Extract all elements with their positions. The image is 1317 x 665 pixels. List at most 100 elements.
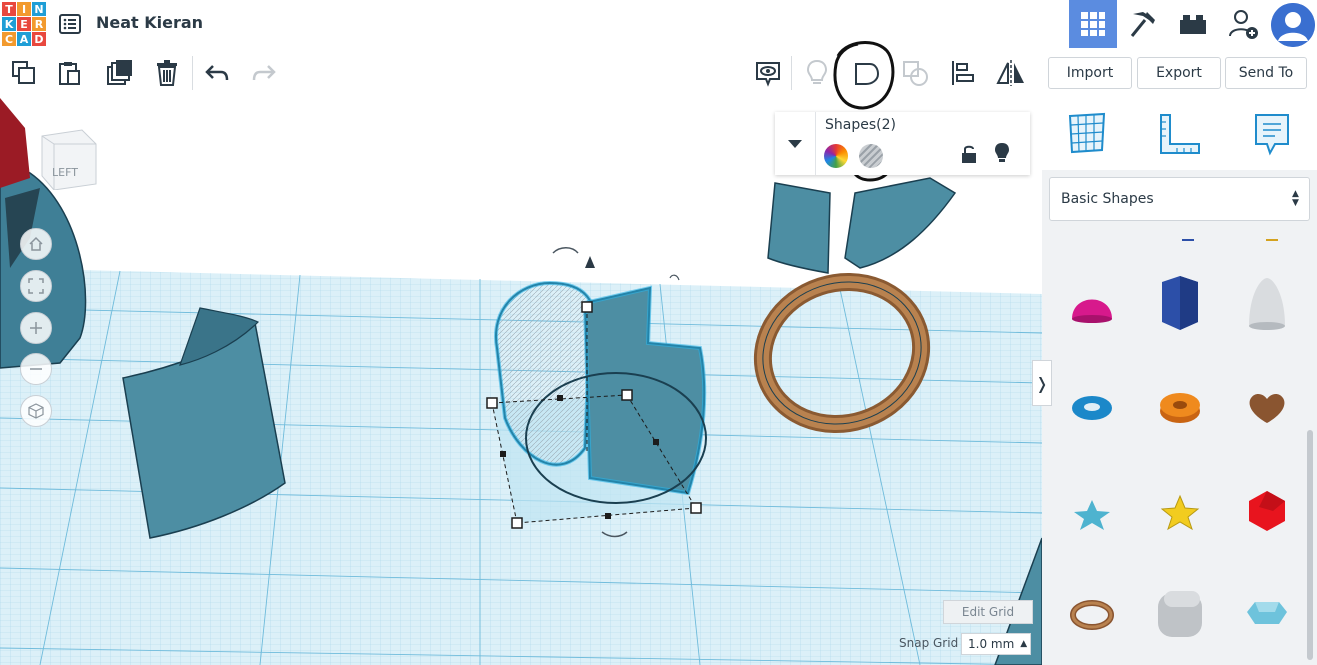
duplicate-button[interactable] — [103, 56, 137, 90]
red-object-edge — [0, 98, 30, 188]
shape-gem[interactable] — [1237, 583, 1297, 643]
workplane-grid-icon — [1068, 112, 1106, 154]
mirror-button[interactable] — [994, 56, 1028, 90]
logo-letter: I — [17, 2, 31, 16]
align-button[interactable] — [946, 56, 980, 90]
plus-icon — [30, 322, 42, 334]
logo-letter: E — [17, 17, 31, 31]
shape-icosahedron[interactable] — [1237, 481, 1297, 541]
paste-button[interactable] — [53, 56, 87, 90]
toolbar-divider — [192, 56, 193, 90]
curved-wall-shape[interactable] — [767, 182, 831, 274]
shape-ring[interactable] — [1062, 585, 1122, 645]
copy-button[interactable] — [7, 56, 41, 90]
view-cube[interactable]: LEFT — [34, 126, 98, 191]
shape-polygon[interactable] — [1150, 273, 1210, 333]
mirror-icon — [996, 60, 1024, 86]
snap-grid-value: 1.0 mm — [968, 637, 1015, 651]
shapes-inspector: Shapes(2) — [775, 112, 1030, 175]
redo-button[interactable] — [247, 56, 281, 90]
tinkercad-logo[interactable]: T I N K E R C A D — [0, 0, 46, 46]
pickaxe-icon — [1130, 12, 1155, 37]
logo-letter: D — [32, 32, 46, 46]
minus-icon — [30, 368, 42, 370]
zoom-out-button[interactable] — [20, 353, 52, 385]
user-avatar[interactable] — [1271, 3, 1315, 47]
shape-tube[interactable] — [1150, 378, 1210, 438]
fit-icon — [28, 278, 44, 294]
lego-brick-icon — [1180, 15, 1206, 34]
solid-color-swatch[interactable] — [824, 144, 848, 168]
logo-letter: N — [32, 2, 46, 16]
home-icon — [29, 236, 43, 251]
shape-star[interactable] — [1062, 485, 1122, 545]
logo-letter: C — [2, 32, 16, 46]
grid-icon — [1081, 12, 1105, 36]
add-user-icon — [1229, 10, 1258, 39]
paste-icon — [59, 62, 80, 85]
shape-star-yellow[interactable] — [1150, 483, 1210, 543]
fit-view-button[interactable] — [20, 270, 52, 302]
height-cone-handle[interactable] — [585, 256, 595, 268]
notes-button[interactable] — [751, 56, 785, 90]
view-cube-face-label: LEFT — [52, 166, 78, 179]
annotation-circle-group — [833, 41, 895, 110]
zoom-in-button[interactable] — [20, 312, 52, 344]
logo-letter: A — [17, 32, 31, 46]
trash-icon — [157, 60, 177, 86]
inspector-collapse-button[interactable] — [775, 112, 816, 175]
copy-icon — [12, 61, 35, 84]
shape-library-value: Basic Shapes — [1061, 191, 1154, 207]
edit-grid-button[interactable]: Edit Grid — [943, 600, 1033, 624]
3d-design-view-button[interactable] — [1069, 0, 1117, 48]
export-button[interactable]: Export — [1137, 57, 1221, 89]
logo-letter: T — [2, 2, 16, 16]
rotate-arrow-side[interactable] — [669, 274, 680, 281]
shape-rounded-box[interactable] — [1150, 584, 1210, 644]
panel-collapse-toggle[interactable]: ❭ — [1032, 360, 1052, 406]
align-left-icon — [952, 61, 974, 85]
import-button[interactable]: Import — [1048, 57, 1132, 89]
caret-down-icon — [788, 139, 802, 148]
caret-up-icon: ▲ — [1020, 639, 1028, 649]
invite-user-button[interactable] — [1219, 0, 1267, 48]
lock-icon[interactable] — [961, 144, 977, 164]
shape-heart[interactable] — [1237, 378, 1297, 438]
project-title[interactable]: Neat Kieran — [96, 13, 203, 32]
logo-letter: K — [2, 17, 16, 31]
previous-row-edge — [1180, 227, 1280, 241]
curved-wall-shape-2[interactable] — [844, 177, 957, 269]
ruler-icon — [1160, 114, 1200, 154]
shapes-scrollbar[interactable] — [1307, 430, 1313, 660]
snap-grid-select[interactable]: 1.0 mm ▲ — [961, 633, 1031, 655]
notes-tool-button[interactable] — [1253, 112, 1291, 156]
speech-eye-icon — [756, 62, 780, 87]
logo-letter: R — [32, 17, 46, 31]
send-to-button[interactable]: Send To — [1225, 57, 1307, 89]
hole-swatch[interactable] — [859, 144, 883, 168]
delete-button[interactable] — [150, 56, 184, 90]
perspective-toggle-button[interactable] — [20, 395, 52, 427]
minecraft-pickaxe-button[interactable] — [1119, 0, 1167, 48]
design-list-icon[interactable] — [58, 12, 82, 36]
shape-library-select[interactable]: Basic Shapes ▲ ▼ — [1049, 177, 1310, 221]
ruler-tool-button[interactable] — [1158, 112, 1202, 156]
bricks-button[interactable] — [1169, 0, 1217, 48]
rotate-arrow-top[interactable] — [552, 247, 579, 254]
visibility-bulb-icon[interactable] — [994, 142, 1010, 164]
shape-half-sphere[interactable] — [1062, 275, 1122, 335]
avatar-icon — [1271, 3, 1315, 47]
snap-grid-label: Snap Grid — [899, 636, 959, 650]
home-view-button[interactable] — [20, 228, 52, 260]
note-icon — [1255, 114, 1289, 156]
chevron-right-icon: ❭ — [1035, 373, 1049, 393]
shape-torus[interactable] — [1062, 378, 1122, 438]
ungroup-icon — [903, 61, 928, 86]
cube-icon — [28, 403, 44, 419]
undo-button[interactable] — [200, 56, 234, 90]
lightbulb-icon — [806, 59, 828, 84]
ungroup-button[interactable] — [898, 56, 932, 90]
redo-icon — [252, 65, 276, 81]
shape-paraboloid[interactable] — [1237, 273, 1297, 333]
workplane-tool-button[interactable] — [1066, 112, 1108, 154]
